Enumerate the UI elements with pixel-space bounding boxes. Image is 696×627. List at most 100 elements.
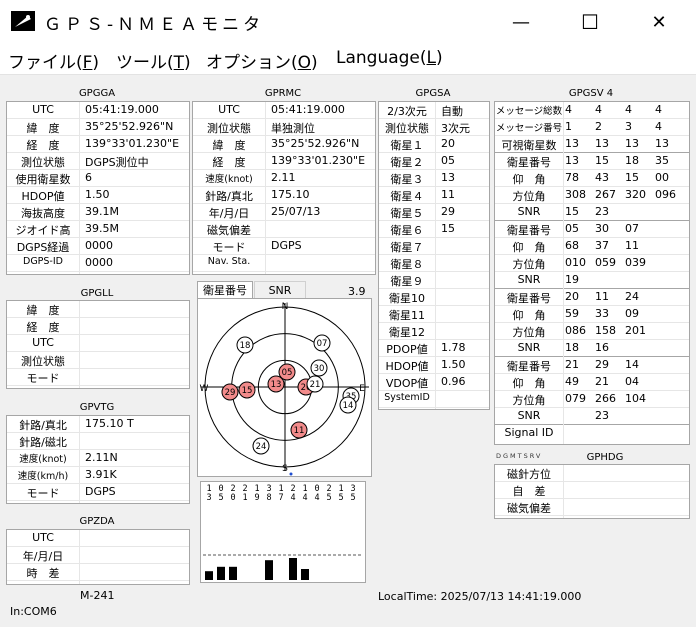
row-label: 測位状態 <box>207 122 251 135</box>
row-label: SNR <box>517 205 541 218</box>
table-row: 衛星６ 15 <box>379 221 489 238</box>
table-row: 衛星５ 29 <box>379 204 489 221</box>
row-value: 13 <box>655 137 669 150</box>
row-value: 2.11 <box>271 171 296 184</box>
table-row: 衛星９ <box>379 272 489 289</box>
header-row: メッセージ総数 4 4 4 4 <box>495 102 689 119</box>
row-value: 2.11N <box>85 451 118 464</box>
snr-channel-ones: 5 <box>326 493 331 503</box>
table-row: ジオイド高 39.5M <box>7 221 189 238</box>
row-label: 経 度 <box>26 321 60 334</box>
row-label: 磁気偏差 <box>207 224 251 237</box>
satellite-label: 30 <box>314 364 325 374</box>
row-label: 針路/真北 <box>205 190 253 203</box>
row-label: メッセージ総数 <box>495 106 563 117</box>
row-label: モード <box>212 241 246 254</box>
row-value: 1.50 <box>441 358 466 371</box>
row-value: 15 <box>565 205 579 218</box>
gpvtg-table: 針路/真北 175.10 T 針路/磁北速度(knot) 2.11N 速度(km/h) 3… <box>6 415 190 504</box>
table-row: 針路/真北 175.10 T <box>7 416 189 433</box>
row-label: 2/3次元 <box>387 105 427 118</box>
row-label: 測位状態 <box>385 122 429 135</box>
snr-bar <box>265 560 273 580</box>
table-row: 測位状態 <box>7 352 189 369</box>
gpgll-table: 緯 度経 度 UTC 測位状態 モード <box>6 300 190 389</box>
row-value: 13 <box>441 171 455 184</box>
row-value: 29 <box>595 358 609 371</box>
model-label: M-241 <box>80 589 115 602</box>
satellite-label: 24 <box>256 442 267 452</box>
row-value: 14 <box>625 358 639 371</box>
minimize-button[interactable]: — <box>498 0 544 44</box>
row-value: 39.5M <box>85 222 119 235</box>
menu-options[interactable]: オプション(O) <box>206 48 318 73</box>
snr-channel-ones: 5 <box>350 493 355 503</box>
maximize-button[interactable]: ☐ <box>567 0 613 44</box>
gpgsa-title: GPGSA <box>415 88 451 99</box>
row-label: 衛星番号 <box>507 360 551 373</box>
header-row: 可視衛星数 13 13 13 13 <box>495 136 689 153</box>
sat-row: SNR 23 <box>495 408 689 425</box>
direction-n: N <box>282 302 289 312</box>
menu-tools[interactable]: ツール(T) <box>116 48 191 73</box>
row-value: 15 <box>625 171 639 184</box>
tab-snr[interactable]: SNR <box>254 281 306 299</box>
satellite-label: 21 <box>310 380 321 390</box>
table-row: 衛星３ 13 <box>379 170 489 187</box>
row-value: 175.10 T <box>85 417 134 430</box>
table-row: 衛星８ <box>379 255 489 272</box>
row-label: 衛星10 <box>389 292 425 305</box>
table-row: HDOP値 1.50 <box>7 187 189 204</box>
row-value: 2 <box>595 120 602 133</box>
close-button[interactable]: ✕ <box>636 0 682 44</box>
row-label: 衛星３ <box>390 173 424 186</box>
maximize-icon: ☐ <box>581 10 599 34</box>
row-label: 測位状態 <box>21 355 65 368</box>
table-row: 経 度 <box>7 318 189 335</box>
row-value: 20 <box>565 290 579 303</box>
column-divider <box>265 102 266 274</box>
row-value: 4 <box>565 103 572 116</box>
row-label: 速度(km/h) <box>17 471 69 482</box>
row-label: UTC <box>32 103 54 116</box>
table-row: 速度(km/h) 3.91K <box>7 467 189 484</box>
snr-channel-ones: 5 <box>218 493 223 503</box>
row-label: 緯 度 <box>26 304 60 317</box>
sky-plot: NSW E18 0705 3013 2021351429 151124 <box>200 302 369 476</box>
row-label: 使用衛星数 <box>15 173 71 186</box>
row-value: 11 <box>625 239 639 252</box>
menu-language[interactable]: Language(L) <box>336 48 443 68</box>
row-label: UTC <box>218 103 240 116</box>
row-label: 針路/磁北 <box>19 436 67 449</box>
table-row: 測位状態 単独測位 <box>193 119 375 136</box>
menu-file[interactable]: ファイル(F) <box>8 48 99 73</box>
row-label: 衛星８ <box>390 258 424 271</box>
table-row: DGPS-ID 0000 <box>7 255 189 272</box>
heading-marker <box>289 472 293 476</box>
table-row: 経 度 139°33'01.230"E <box>7 136 189 153</box>
row-label: 衛星番号 <box>507 292 551 305</box>
row-value: 266 <box>595 392 616 405</box>
snr-channel-ones: 7 <box>278 493 283 503</box>
sat-row: SNR 15 23 <box>495 204 689 221</box>
row-label: モード <box>26 487 60 500</box>
sat-row: 衛星番号 21 29 14 <box>495 357 689 374</box>
table-row: モード DGPS <box>193 238 375 255</box>
direction-w: W <box>200 384 209 394</box>
table-row: SystemID <box>379 391 489 408</box>
row-value: 20 <box>441 137 455 150</box>
tab-sat-number[interactable]: 衛星番号 <box>197 281 253 299</box>
snr-channel-ones: 3 <box>206 493 211 503</box>
row-value: 30 <box>595 222 609 235</box>
table-row: 磁気偏差 <box>495 499 689 516</box>
row-label: 速度(knot) <box>19 454 67 465</box>
table-row: 緯 度 35°25'52.926"N <box>193 136 375 153</box>
gphdg-table: 磁針方位自 差磁気偏差 <box>494 464 690 519</box>
row-value: 18 <box>565 341 579 354</box>
table-row: UTC <box>7 335 189 352</box>
row-value: 23 <box>595 409 609 422</box>
table-row: 針路/磁北 <box>7 433 189 450</box>
table-row: 速度(knot) 2.11 <box>193 170 375 187</box>
gpgga-title: GPGGA <box>78 88 116 99</box>
table-row: HDOP値 1.50 <box>379 357 489 374</box>
